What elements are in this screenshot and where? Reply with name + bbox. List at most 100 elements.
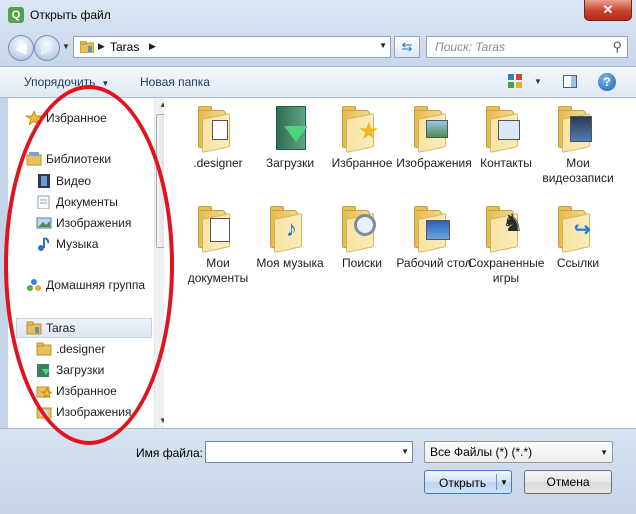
filename-field[interactable]: ▼ <box>205 441 413 463</box>
filename-label: Имя файла: <box>136 446 203 460</box>
downloads-folder-icon <box>270 106 310 150</box>
videos-folder-icon <box>558 106 598 153</box>
file-label: Изображения <box>396 156 472 170</box>
title-bar: Q Открыть файл ✕ <box>0 0 636 30</box>
file-item-my-documents[interactable]: Мои документы <box>180 206 256 286</box>
file-item-saved-games[interactable]: ♞ Сохраненные игры <box>468 206 544 286</box>
open-options-dropdown[interactable]: ▼ <box>500 478 508 487</box>
chevron-down-icon: ▼ <box>600 448 608 457</box>
change-view-icon[interactable] <box>508 74 522 88</box>
refresh-icon: ⇆ <box>401 39 413 54</box>
file-item-contacts[interactable]: Контакты <box>468 106 544 171</box>
nav-item-label: Загрузки <box>56 363 105 377</box>
breadcrumb-item[interactable]: Taras <box>110 40 139 54</box>
music-folder-icon: ♪ <box>270 206 310 253</box>
file-label: Поиски <box>342 256 382 270</box>
file-label: Избранное <box>331 156 393 170</box>
file-label: Ссылки <box>556 256 600 270</box>
search-box[interactable]: Поиск: Taras ⚲ <box>426 36 628 58</box>
nav-item-label: Документы <box>56 195 118 209</box>
chevron-down-icon[interactable]: ▼ <box>401 447 409 456</box>
folder-icon <box>36 342 52 356</box>
file-label: Рабочий стол <box>396 256 472 270</box>
nav-item-label: Домашняя группа <box>46 278 146 292</box>
command-bar: Упорядочить ▼ Новая папка ▼ ? <box>0 66 636 98</box>
saved-games-folder-icon: ♞ <box>486 206 526 253</box>
pictures-folder-icon <box>36 407 52 419</box>
file-item-links[interactable]: ↪ Ссылки <box>540 206 616 271</box>
organize-label: Упорядочить <box>24 75 96 89</box>
desktop-folder-icon <box>414 206 454 253</box>
search-icon: ⚲ <box>612 39 622 54</box>
searches-folder-icon <box>342 206 382 253</box>
chevron-down-icon: ▼ <box>101 79 110 88</box>
preview-pane-icon[interactable] <box>563 75 577 88</box>
forward-button[interactable]: ▶ <box>34 35 60 61</box>
new-folder-button[interactable]: Новая папка <box>140 75 210 89</box>
nav-item-label: Библиотеки <box>46 152 112 166</box>
file-item-my-music[interactable]: ♪ Моя музыка <box>252 206 328 271</box>
nav-item-label: .designer <box>56 342 106 356</box>
navigation-pane: Избранное Библиотеки Видео Документы Изо… <box>8 98 165 428</box>
qt-creator-icon: Q <box>8 7 24 23</box>
contacts-folder-icon <box>486 106 526 153</box>
back-button[interactable]: ◀ <box>8 35 34 61</box>
search-input[interactable]: Поиск: Taras <box>435 40 505 54</box>
favorites-folder-icon <box>36 386 52 398</box>
breadcrumb-separator-icon[interactable]: ▶ <box>149 41 156 52</box>
close-button[interactable]: ✕ <box>584 0 632 21</box>
address-bar[interactable]: ▶ Taras ▶ ▼ <box>73 36 391 58</box>
file-label: Сохраненные игры <box>468 256 545 285</box>
favorites-folder-icon: ★ <box>342 106 382 153</box>
file-item-pictures[interactable]: Изображения <box>396 106 472 171</box>
star-icon <box>26 111 42 125</box>
nav-item-label: Видео <box>56 174 92 188</box>
forward-arrow-icon: ▶ <box>41 40 53 56</box>
open-file-dialog: Q Открыть файл ✕ ◀ ▶ ▼ ▶ Taras ▶ ▼ ⇆ Пои… <box>0 0 636 514</box>
file-item-favorites[interactable]: ★ Избранное <box>324 106 400 171</box>
file-item-videos[interactable]: Мои видеозаписи <box>540 106 616 186</box>
folder-icon <box>198 106 238 153</box>
homegroup-icon <box>27 279 41 291</box>
file-type-select[interactable]: Все Файлы (*) (*.*) ▼ <box>424 441 613 463</box>
open-button[interactable]: Открыть ▼ <box>424 470 512 494</box>
organize-button[interactable]: Упорядочить ▼ <box>24 75 109 89</box>
refresh-button[interactable]: ⇆ <box>394 36 420 58</box>
file-item-searches[interactable]: Поиски <box>324 206 400 271</box>
split-divider <box>496 474 497 490</box>
help-icon[interactable]: ? <box>598 73 616 91</box>
file-label: Контакты <box>480 156 532 170</box>
libraries-icon <box>26 152 42 166</box>
back-arrow-icon: ◀ <box>15 40 27 56</box>
view-options-dropdown[interactable]: ▼ <box>534 77 542 86</box>
address-dropdown-icon[interactable]: ▼ <box>379 41 387 50</box>
user-folder-icon <box>80 41 94 53</box>
documents-icon <box>37 195 50 209</box>
file-label: Загрузки <box>265 156 315 170</box>
nav-item-label: Изображения <box>56 216 132 230</box>
file-label: .designer <box>193 156 243 170</box>
file-item-downloads[interactable]: Загрузки <box>252 106 328 171</box>
file-item-desktop[interactable]: Рабочий стол <box>396 206 472 271</box>
file-label: Мои видеозаписи <box>542 156 614 185</box>
file-label: Мои документы <box>187 256 249 285</box>
nav-item-label: Избранное <box>46 111 107 125</box>
filename-input[interactable] <box>206 442 404 462</box>
nav-item-label: Избранное <box>56 384 117 398</box>
pictures-folder-icon <box>414 106 454 153</box>
pictures-icon <box>36 217 52 229</box>
file-list: .designer Загрузки ★ Избранное Изображен… <box>164 98 636 428</box>
recent-locations-dropdown[interactable]: ▼ <box>62 42 70 51</box>
nav-item-label: Изображения <box>56 405 132 419</box>
links-folder-icon: ↪ <box>558 206 598 253</box>
cancel-button[interactable]: Отмена <box>524 470 612 494</box>
downloads-folder-icon <box>37 364 50 377</box>
documents-folder-icon <box>198 206 238 253</box>
file-type-value: Все Файлы (*) (*.*) <box>430 445 533 459</box>
breadcrumb-separator-icon[interactable]: ▶ <box>98 41 105 52</box>
file-item-designer[interactable]: .designer <box>180 106 256 171</box>
nav-item-label: Музыка <box>56 237 99 251</box>
open-button-label: Открыть <box>439 476 487 490</box>
file-label: Моя музыка <box>256 256 324 270</box>
dialog-footer: Имя файла: ▼ Все Файлы (*) (*.*) ▼ Откры… <box>0 428 636 514</box>
